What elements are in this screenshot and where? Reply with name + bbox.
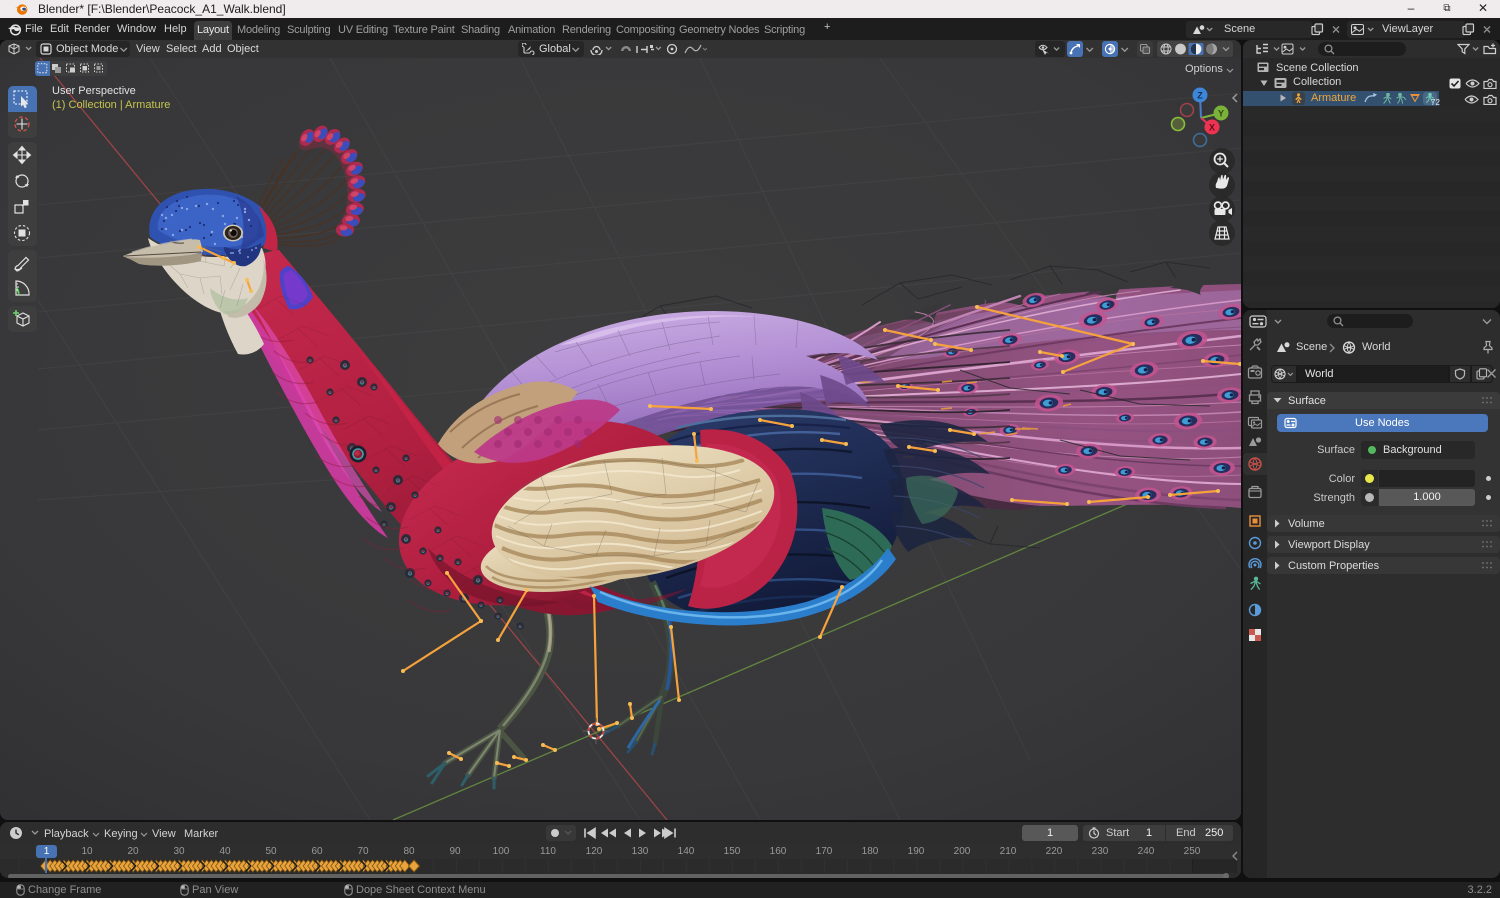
svg-text:Y: Y — [1218, 109, 1224, 119]
svg-text:Z: Z — [1197, 91, 1203, 101]
svg-text:X: X — [1209, 123, 1215, 133]
